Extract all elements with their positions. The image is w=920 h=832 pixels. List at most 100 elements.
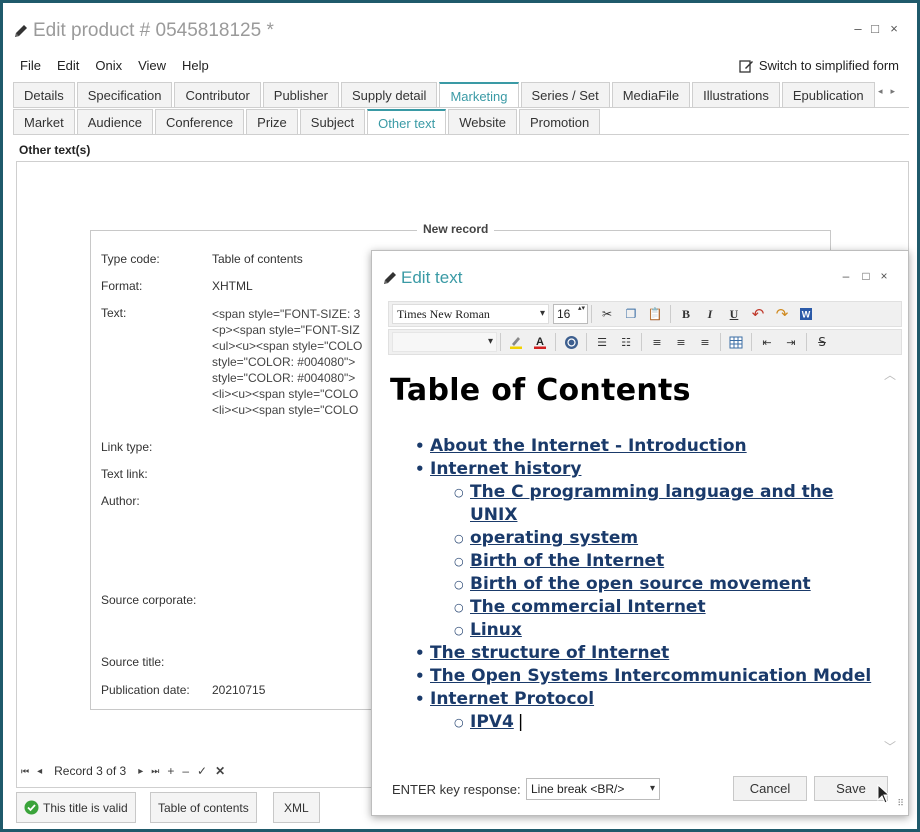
close-button[interactable]: × — [885, 21, 903, 36]
first-record-button[interactable]: ⏮ — [21, 766, 29, 777]
tab-prize[interactable]: Prize — [246, 109, 298, 134]
tab-specification[interactable]: Specification — [76, 82, 173, 107]
rich-text-editor[interactable]: Table of Contents About the Internet - I… — [382, 363, 877, 758]
text-link-label: Text link: — [101, 467, 148, 481]
toc-item[interactable]: The structure of Internet — [415, 642, 877, 665]
window-title: Edit product # 0545818125 * — [33, 20, 274, 41]
format-value[interactable]: XHTML — [212, 279, 253, 293]
prev-record-button[interactable]: ◂ — [37, 766, 42, 777]
underline-icon[interactable]: U — [723, 304, 745, 324]
toc-subitem[interactable]: Birth of the open source movement — [454, 573, 877, 596]
sub-tabs-divider — [13, 134, 909, 135]
tab-epublication[interactable]: Epublication — [781, 82, 875, 107]
tab-supply-detail[interactable]: Supply detail — [340, 82, 438, 107]
italic-icon[interactable]: I — [699, 304, 721, 324]
tab-series-set[interactable]: Series / Set — [520, 82, 610, 107]
add-record-button[interactable]: + — [167, 764, 174, 778]
tab-promotion[interactable]: Promotion — [518, 109, 601, 134]
link-type-label: Link type: — [101, 440, 153, 454]
switch-simplified-link[interactable]: Switch to simplified form — [739, 58, 899, 73]
tab-contributor[interactable]: Contributor — [174, 82, 261, 107]
tab-market[interactable]: Market — [13, 109, 75, 134]
redo-icon[interactable]: ↷ — [771, 304, 793, 324]
numbered-list-icon[interactable]: ☰ — [591, 332, 613, 352]
outdent-icon[interactable]: ⇤ — [756, 332, 778, 352]
tab-marketing[interactable]: Marketing — [439, 82, 519, 107]
record-counter: Record 3 of 3 — [54, 764, 127, 778]
tab-details[interactable]: Details — [13, 82, 75, 107]
editor-scrollbar[interactable]: ︿ ﹀ — [882, 366, 896, 756]
tab-other-text[interactable]: Other text — [367, 109, 447, 134]
paste-icon[interactable]: 📋 — [644, 304, 666, 324]
word-paste-icon[interactable]: W — [795, 304, 817, 324]
menu-file[interactable]: File — [20, 58, 41, 73]
maximize-button[interactable]: □ — [866, 21, 884, 36]
toolbar-separator — [751, 333, 752, 351]
font-size-spinner[interactable]: 16 — [553, 304, 588, 324]
tab-audience[interactable]: Audience — [76, 109, 153, 134]
cut-icon[interactable]: ✂ — [596, 304, 618, 324]
publication-date-value[interactable]: 20210715 — [212, 683, 265, 697]
next-record-button[interactable]: ▸ — [138, 766, 143, 777]
toc-item[interactable]: The Open Systems Intercommunication Mode… — [415, 665, 877, 688]
toc-subitem[interactable]: The commercial Internet — [454, 596, 877, 619]
font-color-icon[interactable]: A — [529, 332, 551, 352]
last-record-button[interactable]: ⏭ — [151, 766, 159, 777]
toc-subitem[interactable]: The C programming language and the UNIX — [454, 481, 877, 527]
bold-icon[interactable]: B — [675, 304, 697, 324]
minimize-button[interactable]: – — [849, 21, 867, 36]
font-family-select[interactable]: Times New Roman — [392, 304, 549, 324]
highlight-color-icon[interactable] — [505, 332, 527, 352]
align-center-icon[interactable]: ≡ — [670, 332, 692, 352]
undo-icon[interactable]: ↶ — [747, 304, 769, 324]
text-code-field[interactable]: <span style="FONT-SIZE: 3 <p><span style… — [212, 306, 372, 418]
toc-item[interactable]: Internet history — [415, 458, 877, 481]
copy-icon[interactable]: ❐ — [620, 304, 642, 324]
bullet-list-icon[interactable]: ☷ — [615, 332, 637, 352]
toc-subitem[interactable]: Linux — [454, 619, 877, 642]
menu-onix[interactable]: Onix — [95, 58, 122, 73]
menu-view[interactable]: View — [138, 58, 166, 73]
tab-illustrations[interactable]: Illustrations — [692, 82, 780, 107]
toc-item[interactable]: About the Internet - Introduction — [415, 435, 877, 458]
cancel-record-button[interactable]: ✕ — [215, 764, 225, 778]
type-code-value[interactable]: Table of contents — [212, 252, 303, 266]
insert-link-icon[interactable] — [560, 332, 582, 352]
switch-simplified-label: Switch to simplified form — [758, 58, 899, 73]
table-of-contents-button[interactable]: Table of contents — [150, 792, 257, 823]
toolbar-separator — [591, 305, 592, 323]
toc-subitem[interactable]: IPV4| — [454, 711, 877, 734]
tab-subject[interactable]: Subject — [299, 109, 366, 134]
indent-icon[interactable]: ⇥ — [780, 332, 802, 352]
scroll-down-icon[interactable]: ﹀ — [884, 738, 896, 755]
strikethrough-icon[interactable]: S — [811, 332, 833, 352]
main-tabs: Details Specification Contributor Publis… — [13, 82, 877, 107]
resize-grip-icon[interactable]: ⠿ — [897, 799, 904, 809]
dialog-maximize-button[interactable]: □ — [858, 269, 874, 283]
table-of-contents-label: Table of contents — [158, 800, 249, 815]
toc-subitem[interactable]: Birth of the Internet — [454, 550, 877, 573]
title-valid-button[interactable]: This title is valid — [16, 792, 136, 823]
menu-help[interactable]: Help — [182, 58, 209, 73]
tab-scroll-arrows[interactable]: ◂▸ — [878, 86, 903, 97]
paragraph-toolbar: A ☰ ☷ ≡ ≡ ≡ ⇤ ⇥ S — [388, 329, 902, 355]
dialog-close-button[interactable]: × — [876, 269, 892, 283]
toc-item[interactable]: Internet Protocol — [415, 688, 877, 711]
tab-mediafile[interactable]: MediaFile — [611, 82, 691, 107]
insert-table-icon[interactable] — [725, 332, 747, 352]
tab-publisher[interactable]: Publisher — [262, 82, 339, 107]
cancel-button[interactable]: Cancel — [733, 776, 807, 801]
toc-subitem-continuation[interactable]: operating system — [454, 527, 877, 550]
tab-conference[interactable]: Conference — [154, 109, 245, 134]
scroll-up-icon[interactable]: ︿ — [884, 366, 896, 383]
paragraph-style-select[interactable] — [392, 332, 497, 352]
tab-website[interactable]: Website — [448, 109, 517, 134]
confirm-record-button[interactable]: ✓ — [197, 764, 207, 778]
align-right-icon[interactable]: ≡ — [694, 332, 716, 352]
enter-key-select[interactable]: Line break <BR/> — [526, 778, 660, 800]
align-left-icon[interactable]: ≡ — [646, 332, 668, 352]
xml-button[interactable]: XML — [273, 792, 320, 823]
dialog-minimize-button[interactable]: – — [838, 269, 854, 283]
delete-record-button[interactable]: – — [182, 764, 189, 778]
menu-edit[interactable]: Edit — [57, 58, 79, 73]
